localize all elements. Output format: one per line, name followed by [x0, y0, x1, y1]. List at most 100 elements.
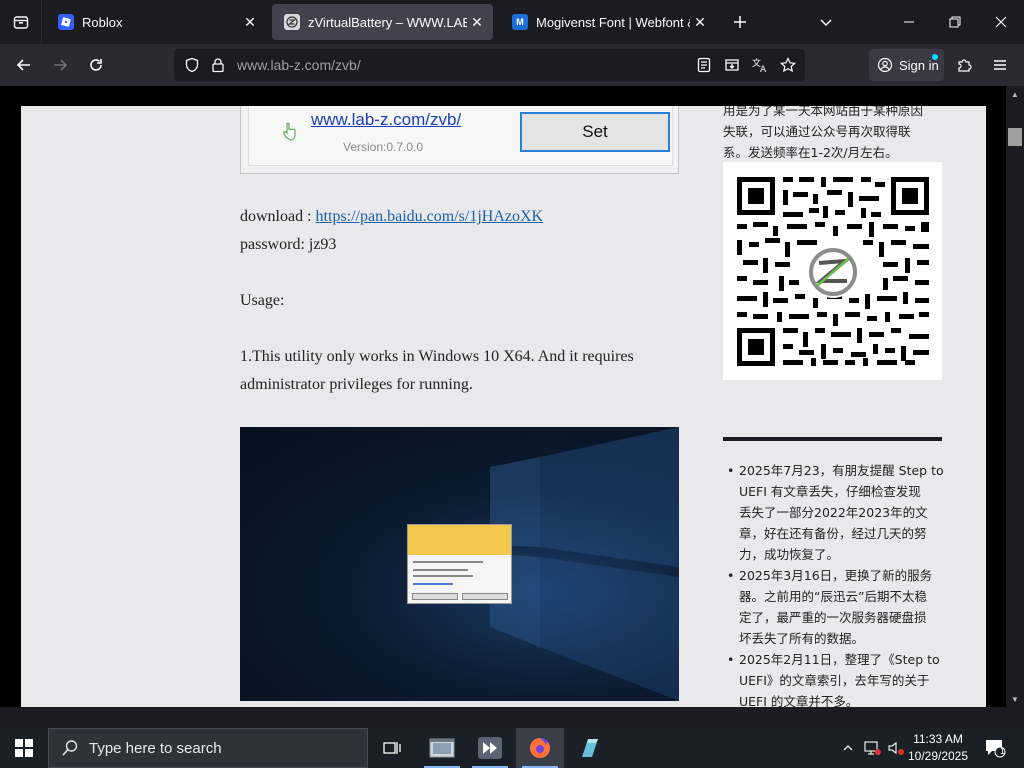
scroll-down-arrow-icon[interactable]: ▼ — [1006, 691, 1024, 707]
fontsite-favicon-icon: M — [512, 14, 528, 30]
news-list: 2025年7月23，有朋友提醒 Step to UEFI 有文章丢失，仔细检查发… — [723, 460, 945, 707]
scroll-thumb[interactable] — [1008, 128, 1022, 146]
step-1-line-2: administrator privileges for running. — [240, 376, 473, 393]
sidebar-intro-line-3: 系。发送频率在1-2次/月左右。 — [723, 145, 898, 160]
clock-time: 11:33 AM — [913, 732, 963, 746]
app-menu-button[interactable] — [984, 49, 1016, 81]
news-line: 2025年2月11日，整理了《Step to — [739, 652, 940, 667]
news-line: 丢失了一部分2022年2023年的文 — [739, 505, 928, 520]
tracking-protection-shield-icon[interactable] — [182, 55, 202, 75]
tab-title: Mogivenst Font | Webfont & De — [536, 14, 690, 30]
news-line: 2025年7月23，有朋友提醒 Step to — [739, 463, 944, 478]
page-viewport: www.lab-z.com/zvb/ Version:0.7.0.0 Set d… — [0, 86, 1024, 707]
network-icon[interactable] — [862, 738, 882, 758]
taskbar-file-explorer[interactable] — [418, 728, 466, 768]
arrow-right-icon — [54, 59, 68, 71]
sign-in-label: Sign in — [899, 57, 939, 73]
wechat-qr-code-image — [723, 162, 942, 380]
minimize-icon — [904, 21, 914, 23]
taskbar-media-app[interactable] — [466, 728, 514, 768]
save-to-pocket-icon[interactable] — [722, 55, 742, 75]
extensions-button[interactable] — [948, 49, 980, 81]
tab-title: Roblox — [82, 14, 123, 30]
uac-dialog-header — [408, 525, 511, 555]
svg-text:A: A — [760, 65, 767, 74]
plus-icon — [734, 16, 746, 28]
news-line: UEFI》的文章索引，去年写的关于 — [739, 673, 930, 688]
restore-icon — [949, 16, 961, 28]
password-line: password: jz93 — [240, 236, 337, 253]
url-path: /zvb/ — [331, 57, 361, 73]
download-link[interactable]: https://pan.baidu.com/s/1jHAzoXK — [316, 208, 544, 225]
news-item: 2025年7月23，有朋友提醒 Step to UEFI 有文章丢失，仔细检查发… — [723, 460, 945, 565]
close-tab-icon[interactable]: ✕ — [690, 12, 710, 32]
uac-dialog-image — [407, 524, 512, 604]
hamburger-menu-icon — [994, 60, 1006, 70]
hand-pointer-icon — [283, 122, 296, 141]
list-all-tabs-button[interactable] — [812, 8, 840, 36]
firefox-icon — [530, 738, 550, 758]
uac-text-line — [413, 583, 453, 585]
url-host: www.lab-z.com — [237, 57, 332, 73]
uac-text-line — [413, 569, 468, 571]
navigation-toolbar: www.lab-z.com/zvb/ 文A Sign in — [0, 44, 1024, 86]
translate-icon[interactable]: 文A — [750, 55, 770, 75]
close-tab-icon[interactable]: ✕ — [240, 12, 260, 32]
system-clock[interactable]: 11:33 AM 10/29/2025 — [900, 731, 976, 765]
start-button[interactable] — [0, 728, 48, 768]
back-button[interactable] — [8, 49, 40, 81]
lab-z-favicon-icon — [284, 14, 300, 30]
app-screenshot-image: www.lab-z.com/zvb/ Version:0.7.0.0 Set — [240, 106, 679, 174]
taskbar-app-4[interactable] — [566, 728, 614, 768]
url-bar[interactable]: www.lab-z.com/zvb/ 文A — [174, 49, 805, 81]
news-line: 章，好在还有备份，经过几天的努 — [739, 526, 927, 541]
arrow-left-icon — [16, 59, 30, 71]
action-center-button[interactable]: 1 — [980, 736, 1010, 760]
firefox-view-button[interactable] — [0, 0, 42, 44]
screenshot-version-text: Version:0.7.0.0 — [343, 140, 424, 154]
url-text[interactable]: www.lab-z.com/zvb/ — [237, 57, 361, 73]
lock-icon[interactable] — [208, 55, 228, 75]
tab-strip: Roblox ✕ zVirtualBattery – WWW.LAB-Z.C ✕… — [0, 0, 1024, 44]
uac-text-line — [413, 561, 483, 563]
vertical-scrollbar[interactable]: ▲ ▼ — [1006, 86, 1024, 707]
task-view-icon — [383, 742, 401, 754]
restore-button[interactable] — [932, 0, 978, 44]
tab-mogivenst-font[interactable]: M Mogivenst Font | Webfont & De ✕ — [500, 4, 716, 40]
news-item: 2025年3月16日，更换了新的服务 器。之前用的“辰迅云”后期不太稳 定了，最… — [723, 565, 945, 649]
show-hidden-icons-chevron-icon[interactable] — [838, 738, 858, 758]
notification-count: 1 — [1000, 746, 1006, 756]
reload-button[interactable] — [80, 49, 112, 81]
news-line: 定了，最严重的一次服务器硬盘损 — [739, 610, 927, 625]
web-page: www.lab-z.com/zvb/ Version:0.7.0.0 Set d… — [21, 106, 986, 707]
minimize-button[interactable] — [886, 0, 932, 44]
news-line: 力，成功恢复了。 — [739, 547, 840, 562]
uac-text-line — [413, 575, 473, 577]
bookmark-star-icon[interactable] — [778, 55, 798, 75]
tab-zvirtualbattery[interactable]: zVirtualBattery – WWW.LAB-Z.C ✕ — [272, 4, 493, 40]
forward-button[interactable] — [44, 49, 76, 81]
app-icon — [582, 739, 598, 757]
usage-heading: Usage: — [240, 292, 285, 309]
account-icon — [877, 57, 893, 73]
download-label: download : — [240, 208, 316, 225]
scroll-up-arrow-icon[interactable]: ▲ — [1006, 86, 1024, 102]
news-line: UEFI 有文章丢失，仔细检查发现 — [739, 484, 921, 499]
close-tab-icon[interactable]: ✕ — [467, 12, 487, 32]
tab-roblox[interactable]: Roblox ✕ — [46, 4, 266, 40]
new-tab-button[interactable] — [726, 8, 754, 36]
task-view-button[interactable] — [368, 728, 416, 768]
news-line: 器。之前用的“辰迅云”后期不太稳 — [739, 589, 927, 604]
screenshot-link-text: www.lab-z.com/zvb/ — [311, 110, 462, 129]
sidebar-intro-line-2: 失联，可以通过公众号再次取得联 — [723, 124, 911, 139]
news-line: UEFI 的文章并不多。 — [739, 694, 859, 707]
download-line: download : https://pan.baidu.com/s/1jHAz… — [240, 203, 543, 231]
close-window-button[interactable] — [978, 0, 1024, 44]
reader-view-icon[interactable] — [694, 55, 714, 75]
taskbar-firefox[interactable] — [516, 728, 564, 768]
uac-yes-button-image — [412, 593, 458, 600]
sign-in-button[interactable]: Sign in — [869, 49, 944, 81]
taskbar-search-box[interactable]: Type here to search — [48, 728, 368, 768]
notification-dot — [932, 54, 938, 60]
uac-no-button-image — [462, 593, 508, 600]
